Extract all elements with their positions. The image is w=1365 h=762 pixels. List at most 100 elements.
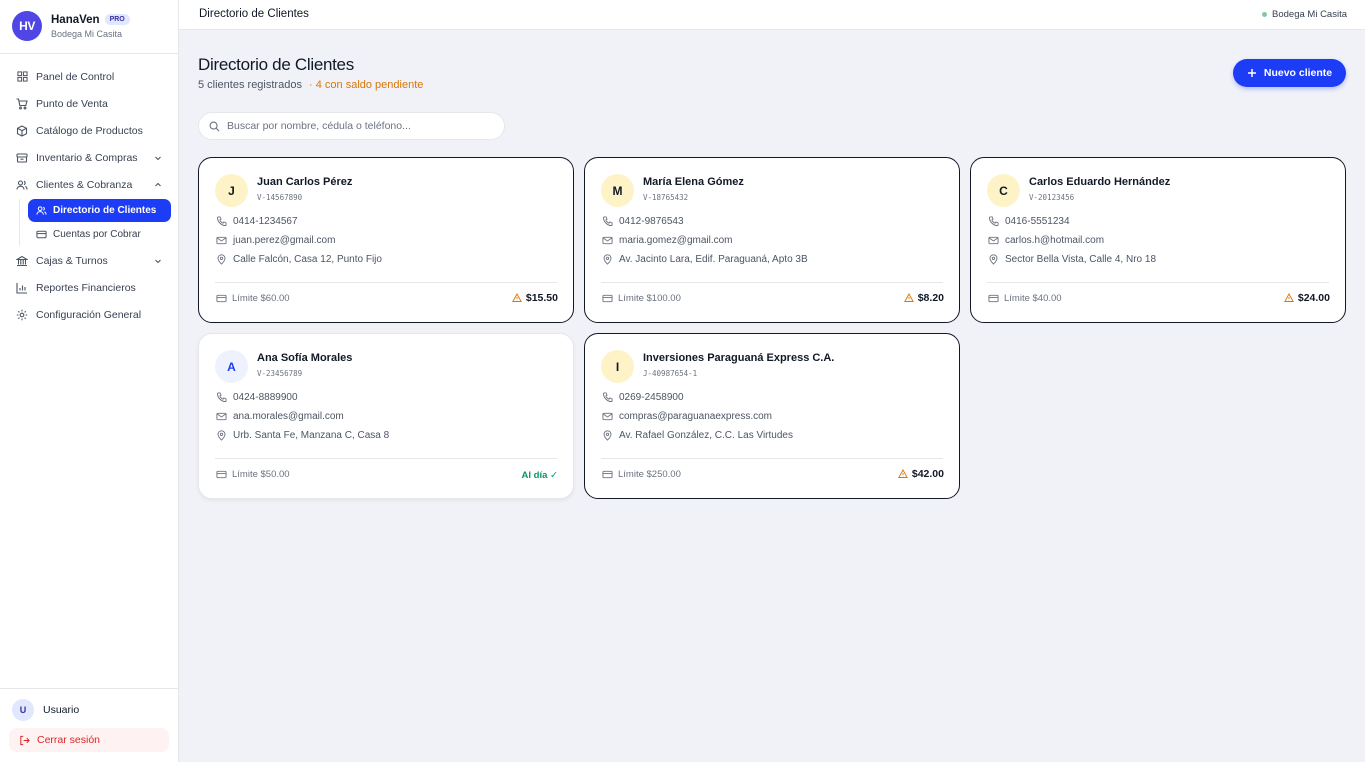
brand[interactable]: HV HanaVen PRO Bodega Mi Casita (12, 11, 130, 41)
topbar: Directorio de Clientes Bodega Mi Casita (179, 0, 1365, 30)
phone-icon (216, 392, 227, 403)
limit-text: Límite $100.00 (618, 293, 681, 304)
address-text: Av. Rafael González, C.C. Las Virtudes (619, 430, 793, 441)
credit-card-icon (216, 469, 227, 480)
balance-amount: $24.00 (1297, 292, 1330, 304)
client-id: V-20123456 (1029, 193, 1075, 202)
client-phone: 0424-8889900 (216, 392, 298, 403)
gear-icon (16, 309, 28, 321)
database-icon (16, 152, 28, 164)
phone-icon (216, 216, 227, 227)
email-text: juan.perez@gmail.com (233, 235, 336, 246)
new-client-button[interactable]: Nuevo cliente (1233, 59, 1346, 87)
client-phone: 0269-2458900 (602, 392, 684, 403)
card-divider (215, 282, 557, 283)
users-icon (16, 179, 28, 191)
sidebar-divider (0, 53, 178, 54)
grid-icon (16, 71, 28, 83)
sidebar-item-label: Configuración General (36, 308, 142, 321)
search-box[interactable] (198, 112, 505, 140)
sidebar-item-label: Clientes & Cobranza (36, 178, 133, 191)
email-text: compras@paraguanaexpress.com (619, 411, 773, 422)
client-card[interactable]: I Inversiones Paraguaná Express C.A. J-4… (584, 333, 960, 499)
pro-badge: PRO (104, 14, 130, 25)
client-phone: 0416-5551234 (988, 216, 1070, 227)
credit-card-icon (602, 469, 613, 480)
status-dot (1262, 12, 1268, 17)
pending-count: · 4 con saldo pendiente (309, 79, 424, 91)
address-text: Av. Jacinto Lara, Edif. Paraguaná, Apto … (619, 254, 808, 265)
client-card[interactable]: C Carlos Eduardo Hernández V-20123456 04… (970, 157, 1346, 323)
client-id: V-23456789 (257, 369, 303, 378)
phone-text: 0412-9876543 (619, 216, 684, 227)
client-address: Av. Jacinto Lara, Edif. Paraguaná, Apto … (602, 254, 808, 265)
warning-icon (903, 293, 914, 303)
address-text: Calle Falcón, Casa 12, Punto Fijo (233, 254, 382, 265)
sidebar: HV HanaVen PRO Bodega Mi Casita Panel de… (0, 0, 179, 762)
balance-amount: $42.00 (911, 468, 944, 480)
client-email: compras@paraguanaexpress.com (602, 411, 772, 422)
email-text: ana.morales@gmail.com (233, 411, 344, 422)
phone-icon (988, 216, 999, 227)
sidebar-item-directorio-clientes[interactable]: Directorio de Clientes (28, 199, 171, 222)
chevron-up-icon (154, 180, 162, 192)
sidebar-item-panel-de-control[interactable]: Panel de Control (8, 63, 171, 90)
client-card[interactable]: M María Elena Gómez V-18765432 0412-9876… (584, 157, 960, 323)
client-address: Sector Bella Vista, Calle 4, Nro 18 (988, 254, 1156, 265)
sidebar-item-catalogo[interactable]: Catálogo de Productos (8, 117, 171, 144)
balance-amount: $15.50 (525, 292, 558, 304)
search-icon (209, 121, 220, 132)
logout-label: Cerrar sesión (37, 734, 101, 746)
phone-icon (602, 216, 613, 227)
balance-due: $24.00 (1283, 292, 1330, 304)
sidebar-item-label: Directorio de Clientes (53, 205, 157, 216)
limit-text: Límite $60.00 (232, 293, 290, 304)
sidebar-item-cuentas-por-cobrar[interactable]: Cuentas por Cobrar (28, 223, 171, 246)
balance-due: $42.00 (897, 468, 944, 480)
sidebar-item-punto-de-venta[interactable]: Punto de Venta (8, 90, 171, 117)
store-indicator: Bodega Mi Casita (1262, 9, 1347, 20)
cart-icon (16, 97, 28, 110)
sidebar-subnav-clientes: Directorio de Clientes Cuentas por Cobra… (19, 199, 171, 246)
sidebar-item-cajas-turnos[interactable]: Cajas & Turnos (8, 247, 171, 274)
warning-icon (897, 469, 908, 479)
user-profile[interactable]: U Usuario (12, 699, 79, 721)
sidebar-item-label: Reportes Financieros (36, 281, 136, 294)
brand-logo: HV (12, 11, 42, 41)
sidebar-item-reportes[interactable]: Reportes Financieros (8, 274, 171, 301)
sidebar-item-configuracion[interactable]: Configuración General (8, 301, 171, 328)
warning-icon (511, 293, 522, 303)
sidebar-item-label: Catálogo de Productos (36, 124, 143, 137)
search-input[interactable] (227, 120, 487, 132)
email-text: carlos.h@hotmail.com (1005, 235, 1105, 246)
client-card[interactable]: A Ana Sofía Morales V-23456789 0424-8889… (198, 333, 574, 499)
map-pin-icon (602, 430, 613, 441)
mail-icon (988, 235, 999, 246)
mail-icon (216, 411, 227, 422)
credit-limit: Límite $60.00 (216, 293, 290, 304)
email-text: maria.gomez@gmail.com (619, 235, 733, 246)
balance-due: $15.50 (511, 292, 558, 304)
client-card[interactable]: J Juan Carlos Pérez V-14567890 0414-1234… (198, 157, 574, 323)
client-address: Calle Falcón, Casa 12, Punto Fijo (216, 254, 382, 265)
sidebar-item-clientes[interactable]: Clientes & Cobranza (8, 171, 171, 198)
client-count: 5 clientes registrados (198, 79, 302, 91)
brand-text: HanaVen PRO Bodega Mi Casita (51, 14, 130, 39)
sidebar-item-inventario[interactable]: Inventario & Compras (8, 144, 171, 171)
phone-text: 0416-5551234 (1005, 216, 1070, 227)
limit-text: Límite $250.00 (618, 469, 681, 480)
client-name: María Elena Gómez (643, 176, 744, 188)
client-address: Av. Rafael González, C.C. Las Virtudes (602, 430, 793, 441)
phone-text: 0424-8889900 (233, 392, 298, 403)
balance-amount: $8.20 (917, 292, 944, 304)
sidebar-item-label: Panel de Control (36, 70, 115, 83)
chevron-down-icon (154, 256, 162, 268)
status-badge: Al día ✓ (521, 470, 558, 481)
logout-button[interactable]: Cerrar sesión (9, 728, 169, 752)
mail-icon (216, 235, 227, 246)
phone-text: 0269-2458900 (619, 392, 684, 403)
main-content: Directorio de Clientes 5 clientes regist… (179, 30, 1365, 762)
mail-icon (602, 235, 613, 246)
plus-icon (1247, 68, 1257, 78)
map-pin-icon (602, 254, 613, 265)
